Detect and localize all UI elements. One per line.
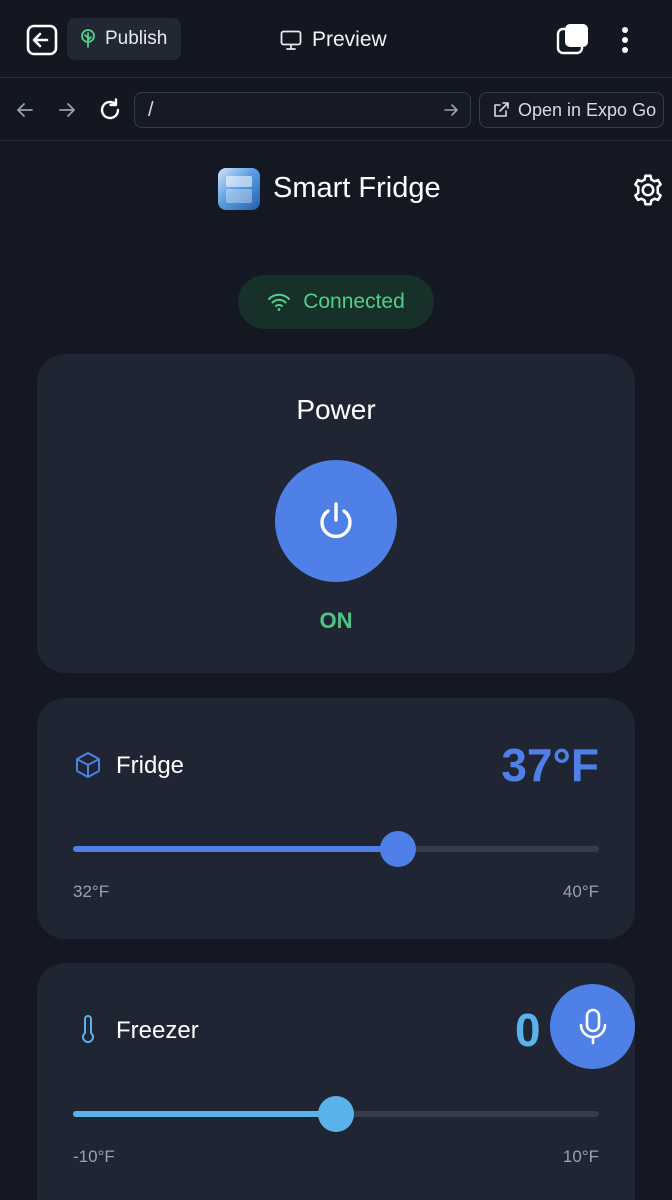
freezer-slider-fill bbox=[73, 1111, 336, 1117]
arrow-right-icon bbox=[59, 103, 75, 117]
freezer-min-label: -10°F bbox=[73, 1147, 115, 1166]
arrow-left-icon bbox=[17, 103, 33, 117]
fridge-card: Fridge 37°F 32°F 40°F bbox=[37, 698, 635, 939]
settings-button[interactable] bbox=[630, 172, 666, 208]
external-link-icon bbox=[494, 102, 509, 117]
fridge-slider-fill bbox=[73, 846, 398, 852]
freezer-max-label: 10°F bbox=[562, 1147, 599, 1166]
gear-icon bbox=[634, 174, 662, 206]
more-options-button[interactable] bbox=[611, 20, 639, 60]
app-header: Smart Fridge bbox=[0, 166, 672, 214]
power-state-label: ON bbox=[319, 608, 353, 633]
reload-icon bbox=[100, 98, 120, 120]
device-toggle-icon bbox=[556, 24, 588, 55]
fridge-slider-thumb[interactable] bbox=[379, 831, 416, 867]
exit-button[interactable] bbox=[24, 22, 60, 58]
reload-button[interactable] bbox=[95, 95, 125, 125]
microphone-icon bbox=[579, 1008, 606, 1044]
fridge-max-label: 40°F bbox=[562, 882, 599, 901]
device-toggle-button[interactable] bbox=[556, 22, 590, 56]
power-card: Power ON bbox=[37, 354, 635, 673]
connection-status-label: Connected bbox=[303, 290, 405, 313]
browser-bar: / Open in Expo Go bbox=[0, 79, 672, 141]
publish-label: Publish bbox=[105, 28, 168, 49]
preview-label: Preview bbox=[312, 28, 387, 51]
preview-button[interactable]: Preview bbox=[280, 22, 387, 58]
voice-command-button[interactable] bbox=[550, 984, 635, 1069]
fridge-min-label: 32°F bbox=[73, 882, 110, 901]
power-icon bbox=[320, 502, 352, 539]
open-in-expo-go-label: Open in Expo Go bbox=[518, 99, 657, 120]
power-title: Power bbox=[296, 394, 376, 425]
tree-icon bbox=[81, 29, 95, 48]
forward-button[interactable] bbox=[52, 95, 82, 125]
back-button[interactable] bbox=[10, 95, 40, 125]
more-vertical-icon bbox=[622, 27, 628, 53]
arrow-right-icon[interactable] bbox=[442, 101, 460, 119]
fridge-temperature: 37°F bbox=[501, 739, 599, 791]
fridge-label: Fridge bbox=[116, 752, 185, 779]
connection-status-badge: Connected bbox=[238, 275, 434, 329]
freezer-slider-thumb[interactable] bbox=[318, 1096, 354, 1132]
cube-icon bbox=[76, 752, 100, 778]
url-value: / bbox=[148, 98, 154, 121]
open-in-expo-go-button[interactable]: Open in Expo Go bbox=[479, 92, 664, 128]
url-input[interactable]: / bbox=[134, 92, 471, 128]
fridge-logo-icon bbox=[218, 168, 260, 210]
monitor-icon bbox=[280, 30, 302, 50]
exit-icon bbox=[26, 24, 58, 56]
publish-button[interactable]: Publish bbox=[67, 18, 181, 60]
freezer-temperature-slider[interactable] bbox=[73, 1096, 599, 1132]
freezer-card: Freezer 0 -10°F 10°F bbox=[37, 963, 635, 1200]
editor-toolbar: Publish Preview bbox=[0, 0, 672, 78]
fridge-temperature-slider[interactable] bbox=[73, 831, 599, 867]
power-toggle-button[interactable] bbox=[275, 460, 397, 582]
wifi-icon bbox=[268, 293, 291, 311]
freezer-label: Freezer bbox=[116, 1017, 199, 1044]
thermometer-icon bbox=[82, 1015, 94, 1043]
app-title: Smart Fridge bbox=[273, 172, 441, 204]
freezer-temperature: 0 bbox=[515, 1004, 541, 1056]
